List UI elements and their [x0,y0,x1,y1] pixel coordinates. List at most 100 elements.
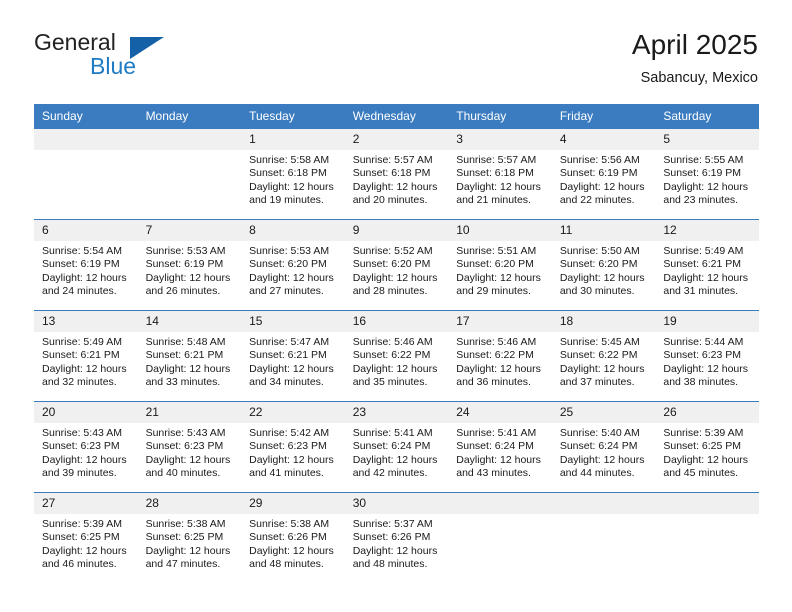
sunset-text: Sunset: 6:23 PM [249,440,327,453]
sunrise-text: Sunrise: 5:53 AM [145,245,226,257]
day-cell-inner [34,129,138,219]
sunset-text: Sunset: 6:22 PM [456,349,534,362]
calendar-day-cell[interactable]: 23 Sunrise: 5:41 AM Sunset: 6:24 PM Dayligh… [344,401,449,493]
calendar-day-cell[interactable]: 7 Sunrise: 5:53 AM Sunset: 6:19 PM Daylight… [137,219,242,311]
weekday-header-monday: Monday [137,104,242,129]
day-cell-inner [448,493,552,583]
sunset-text: Sunset: 6:20 PM [249,258,327,271]
day-cell-inner [551,493,656,583]
day-number: 27 [34,493,138,514]
calendar-day-cell[interactable]: 27 Sunrise: 5:39 AM Sunset: 6:25 PM Dayligh… [34,492,138,583]
calendar-day-cell[interactable]: 20 Sunrise: 5:43 AM Sunset: 6:23 PM Dayligh… [34,401,138,493]
sunrise-text: Sunrise: 5:54 AM [42,245,122,257]
calendar-day-cell[interactable]: 9 Sunrise: 5:52 AM Sunset: 6:20 PM Daylight… [344,219,449,311]
sunset-text: Sunset: 6:21 PM [42,349,120,362]
day-cell-inner: 20 Sunrise: 5:43 AM Sunset: 6:23 PM Dayligh… [34,402,138,492]
day-number: 20 [34,402,138,423]
calendar-day-cell[interactable]: 22 Sunrise: 5:42 AM Sunset: 6:23 PM Dayligh… [241,401,345,493]
calendar-day-cell[interactable]: 18 Sunrise: 5:45 AM Sunset: 6:22 PM Dayligh… [551,310,656,402]
calendar-day-cell[interactable]: 24 Sunrise: 5:41 AM Sunset: 6:24 PM Dayligh… [448,401,552,493]
day-details: Sunrise: 5:52 AM Sunset: 6:20 PM Daylight:… [345,241,449,299]
sunrise-text: Sunrise: 5:44 AM [663,336,744,348]
day-details: Sunrise: 5:54 AM Sunset: 6:19 PM Daylight:… [34,241,138,299]
calendar-day-cell[interactable]: 25 Sunrise: 5:40 AM Sunset: 6:24 PM Dayligh… [551,401,656,493]
calendar-day-cell[interactable]: 29 Sunrise: 5:38 AM Sunset: 6:26 PM Dayligh… [241,492,345,583]
weekday-header-saturday: Saturday [655,104,759,129]
calendar-day-cell[interactable]: 30 Sunrise: 5:37 AM Sunset: 6:26 PM Dayligh… [344,492,449,583]
day-details: Sunrise: 5:45 AM Sunset: 6:22 PM Daylight:… [552,332,656,390]
calendar-day-cell[interactable]: 10 Sunrise: 5:51 AM Sunset: 6:20 PM Dayligh… [448,219,552,311]
sunrise-text: Sunrise: 5:57 AM [352,154,433,166]
day-cell-inner: 1 Sunrise: 5:58 AM Sunset: 6:18 PM Daylight… [241,129,345,219]
calendar-day-cell[interactable]: 5 Sunrise: 5:55 AM Sunset: 6:19 PM Daylight… [655,129,759,220]
sunset-text: Sunset: 6:20 PM [456,258,534,271]
day-details: Sunrise: 5:39 AM Sunset: 6:25 PM Daylight:… [655,423,759,481]
day-cell-inner: 9 Sunrise: 5:52 AM Sunset: 6:20 PM Daylight… [344,220,449,310]
calendar-day-cell[interactable]: 16 Sunrise: 5:46 AM Sunset: 6:22 PM Dayligh… [344,310,449,402]
day-number [137,129,242,150]
day-details: Sunrise: 5:38 AM Sunset: 6:25 PM Daylight:… [138,514,242,572]
calendar-day-cell [34,129,138,220]
daylight-text: Daylight: 12 hours and 32 minutes. [42,362,127,389]
day-details: Sunrise: 5:46 AM Sunset: 6:22 PM Daylight:… [345,332,449,390]
calendar-day-cell[interactable]: 21 Sunrise: 5:43 AM Sunset: 6:23 PM Dayligh… [137,401,242,493]
calendar-day-cell[interactable]: 15 Sunrise: 5:47 AM Sunset: 6:21 PM Dayligh… [241,310,345,402]
day-number: 24 [448,402,552,423]
calendar-day-cell[interactable]: 1 Sunrise: 5:58 AM Sunset: 6:18 PM Daylight… [241,129,345,220]
daylight-text: Daylight: 12 hours and 33 minutes. [145,362,231,389]
calendar-day-cell[interactable]: 26 Sunrise: 5:39 AM Sunset: 6:25 PM Dayligh… [655,401,759,493]
sunrise-text: Sunrise: 5:43 AM [42,427,122,439]
day-number [448,493,552,514]
day-number: 15 [241,311,345,332]
calendar-day-cell[interactable]: 3 Sunrise: 5:57 AM Sunset: 6:18 PM Daylight… [448,129,552,220]
sunset-text: Sunset: 6:23 PM [663,349,742,362]
sunrise-text: Sunrise: 5:47 AM [249,336,330,348]
calendar-day-cell[interactable]: 11 Sunrise: 5:50 AM Sunset: 6:20 PM Dayligh… [551,219,656,311]
daylight-text: Daylight: 12 hours and 19 minutes. [249,180,334,207]
calendar-day-cell[interactable]: 2 Sunrise: 5:57 AM Sunset: 6:18 PM Daylight… [344,129,449,220]
day-cell-inner: 8 Sunrise: 5:53 AM Sunset: 6:20 PM Daylight… [241,220,345,310]
page-header: General Blue April 2025 Sabancuy, Mexico [34,28,758,90]
day-number: 14 [137,311,242,332]
day-details: Sunrise: 5:37 AM Sunset: 6:26 PM Daylight:… [345,514,449,572]
calendar-day-cell[interactable]: 4 Sunrise: 5:56 AM Sunset: 6:19 PM Daylight… [551,129,656,220]
day-number: 17 [448,311,552,332]
day-number: 25 [551,402,656,423]
day-number: 7 [137,220,242,241]
day-cell-inner: 12 Sunrise: 5:49 AM Sunset: 6:21 PM Dayligh… [655,220,759,310]
sunrise-text: Sunrise: 5:42 AM [249,427,330,439]
day-cell-inner: 14 Sunrise: 5:48 AM Sunset: 6:21 PM Dayligh… [137,311,242,401]
daylight-text: Daylight: 12 hours and 30 minutes. [559,271,645,298]
sunrise-text: Sunrise: 5:46 AM [456,336,537,348]
calendar-day-cell[interactable]: 17 Sunrise: 5:46 AM Sunset: 6:22 PM Dayligh… [448,310,552,402]
day-details: Sunrise: 5:42 AM Sunset: 6:23 PM Daylight:… [241,423,345,481]
day-number [655,493,759,514]
sunset-text: Sunset: 6:20 PM [352,258,431,271]
calendar-day-cell[interactable]: 19 Sunrise: 5:44 AM Sunset: 6:23 PM Dayligh… [655,310,759,402]
day-details: Sunrise: 5:49 AM Sunset: 6:21 PM Daylight:… [34,332,138,390]
calendar-day-cell[interactable]: 14 Sunrise: 5:48 AM Sunset: 6:21 PM Dayligh… [137,310,242,402]
calendar-day-cell[interactable]: 13 Sunrise: 5:49 AM Sunset: 6:21 PM Dayligh… [34,310,138,402]
sunrise-text: Sunrise: 5:37 AM [352,518,433,530]
day-number: 30 [344,493,449,514]
day-details: Sunrise: 5:41 AM Sunset: 6:24 PM Daylight:… [345,423,449,481]
calendar-day-cell[interactable]: 6 Sunrise: 5:54 AM Sunset: 6:19 PM Daylight… [34,219,138,311]
day-cell-inner [655,493,759,583]
brand-name-general: General [34,29,116,55]
day-details: Sunrise: 5:47 AM Sunset: 6:21 PM Daylight:… [241,332,345,390]
sunset-text: Sunset: 6:22 PM [352,349,431,362]
calendar-day-cell[interactable]: 12 Sunrise: 5:49 AM Sunset: 6:21 PM Dayligh… [655,219,759,311]
sunset-text: Sunset: 6:18 PM [249,167,327,180]
day-cell-inner: 6 Sunrise: 5:54 AM Sunset: 6:19 PM Daylight… [34,220,138,310]
sunrise-text: Sunrise: 5:41 AM [456,427,537,439]
day-cell-inner: 7 Sunrise: 5:53 AM Sunset: 6:19 PM Daylight… [137,220,242,310]
day-number: 19 [655,311,759,332]
day-cell-inner: 22 Sunrise: 5:42 AM Sunset: 6:23 PM Dayligh… [241,402,345,492]
day-cell-inner: 17 Sunrise: 5:46 AM Sunset: 6:22 PM Dayligh… [448,311,552,401]
calendar-day-cell[interactable]: 8 Sunrise: 5:53 AM Sunset: 6:20 PM Daylight… [241,219,345,311]
calendar-day-cell[interactable]: 28 Sunrise: 5:38 AM Sunset: 6:25 PM Dayligh… [137,492,242,583]
day-cell-inner [137,129,242,219]
sunset-text: Sunset: 6:24 PM [559,440,638,453]
day-number: 26 [655,402,759,423]
day-details: Sunrise: 5:51 AM Sunset: 6:20 PM Daylight:… [448,241,552,299]
